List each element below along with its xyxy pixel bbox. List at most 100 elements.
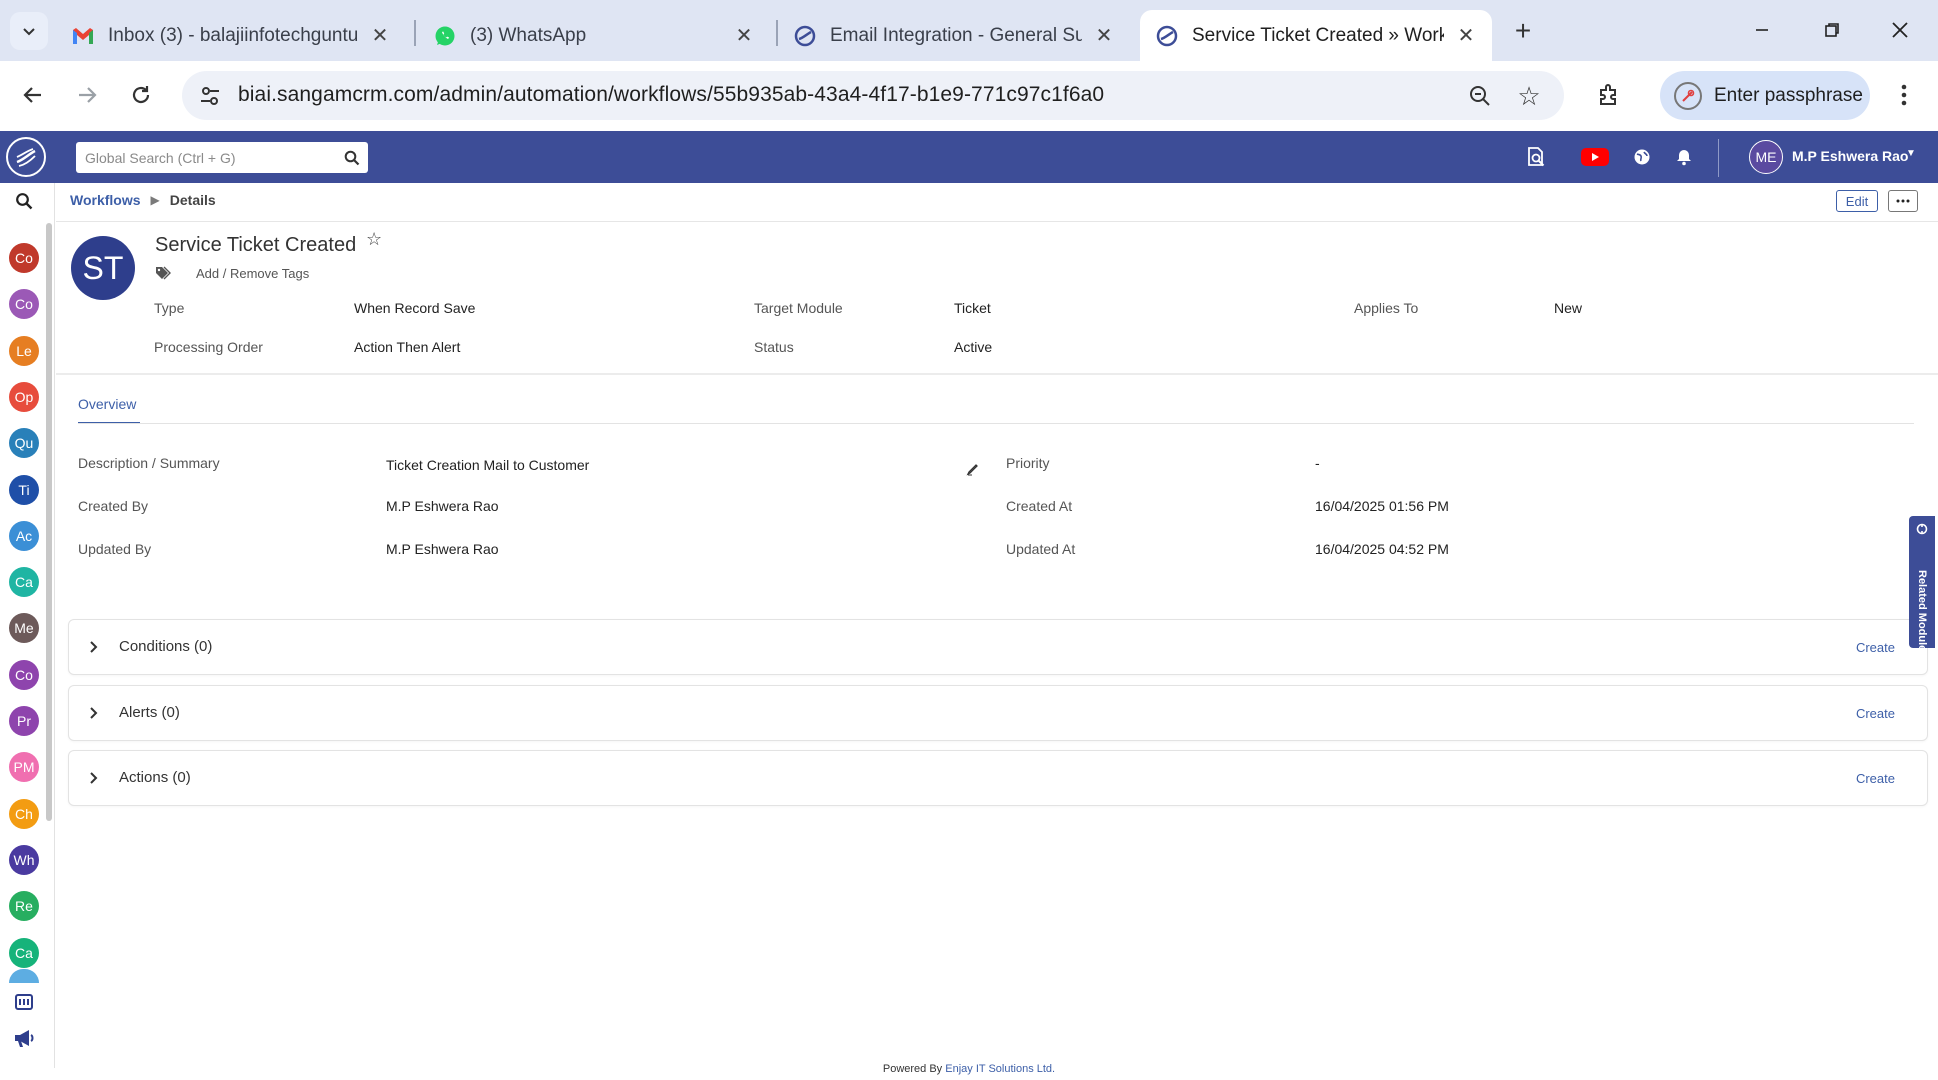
zoom-icon[interactable] — [1465, 81, 1495, 111]
edit-button[interactable]: Edit — [1836, 190, 1878, 212]
browser-tab-gmail[interactable]: Inbox (3) - balajiinfotechguntur ✕ — [56, 10, 406, 61]
global-search — [76, 142, 368, 173]
tab-search-button[interactable] — [10, 12, 48, 50]
field-label-description: Description / Summary — [78, 455, 220, 471]
breadcrumb-workflows-link[interactable]: Workflows — [70, 192, 141, 208]
form-icon[interactable] — [11, 989, 37, 1015]
module-item[interactable]: Ca — [9, 567, 39, 597]
related-modules-tab[interactable]: Related Modules — [1909, 516, 1935, 658]
module-item[interactable]: Ti — [9, 475, 39, 505]
footer-prefix: Powered By — [882, 1063, 943, 1075]
browser-tab-active-workflow[interactable]: Service Ticket Created » Workflo ✕ — [1140, 10, 1492, 61]
breadcrumb: Workflows ▶ Details — [70, 192, 216, 208]
pencil-icon[interactable] — [965, 461, 981, 477]
module-item[interactable]: Ch — [9, 799, 39, 829]
field-label-updated-at: Updated At — [1006, 541, 1076, 557]
related-modules-icon — [1915, 522, 1929, 536]
close-window-button[interactable] — [1880, 10, 1920, 50]
create-alert-link[interactable]: Create — [1856, 706, 1895, 721]
restore-icon — [1825, 23, 1839, 37]
enter-passphrase-button[interactable]: Enter passphrase — [1660, 71, 1870, 120]
module-item[interactable]: Co — [9, 243, 39, 273]
field-value-status: Active — [954, 339, 993, 355]
more-actions-button[interactable] — [1888, 190, 1918, 212]
chevron-right-icon[interactable] — [87, 640, 101, 654]
module-item[interactable]: Pr — [9, 706, 39, 736]
bell-icon[interactable] — [1672, 145, 1696, 169]
reload-button[interactable] — [120, 74, 162, 116]
browser-tab-email-integration[interactable]: Email Integration - General Sup ✕ — [778, 10, 1130, 61]
document-search-icon[interactable] — [1524, 145, 1548, 169]
minimize-button[interactable] — [1742, 10, 1782, 50]
close-icon[interactable]: ✕ — [1454, 24, 1478, 48]
record-avatar: ST — [71, 236, 135, 300]
app-logo[interactable] — [6, 137, 46, 177]
module-item[interactable]: Re — [9, 891, 39, 921]
back-button[interactable] — [12, 74, 54, 116]
field-value-description: Ticket Creation Mail to Customer — [386, 457, 590, 473]
close-icon[interactable]: ✕ — [368, 24, 392, 48]
browser-menu-button[interactable] — [1884, 75, 1924, 115]
browser-tab-whatsapp[interactable]: (3) WhatsApp ✕ — [418, 10, 770, 61]
extensions-button[interactable] — [1588, 74, 1630, 116]
alerts-panel[interactable]: Alerts (0) Create — [68, 685, 1928, 741]
module-item[interactable]: Op — [9, 382, 39, 412]
field-label-target-module: Target Module — [754, 300, 843, 316]
module-item[interactable]: Qu — [9, 428, 39, 458]
site-settings-icon[interactable] — [196, 82, 224, 110]
arrow-right-icon — [79, 87, 97, 103]
chevron-right-icon[interactable] — [87, 771, 101, 785]
module-item[interactable]: Ac — [9, 521, 39, 551]
close-icon[interactable]: ✕ — [732, 24, 756, 48]
field-label-status: Status — [754, 339, 794, 355]
search-icon[interactable] — [12, 189, 36, 213]
close-icon — [1892, 22, 1908, 38]
address-bar[interactable]: biai.sangamcrm.com/admin/automation/work… — [182, 71, 1564, 120]
user-name[interactable]: M.P Eshwera Rao — [1792, 148, 1908, 164]
field-label-created-at: Created At — [1006, 498, 1073, 514]
caret-down-icon[interactable]: ▼ — [1906, 148, 1916, 159]
sidebar-scrollbar[interactable] — [46, 223, 52, 821]
module-item[interactable]: Me — [9, 613, 39, 643]
favorite-star-icon[interactable]: ☆ — [366, 229, 382, 250]
megaphone-icon[interactable] — [11, 1025, 37, 1051]
field-value-processing-order: Action Then Alert — [354, 339, 461, 355]
module-item[interactable]: Ca — [9, 938, 39, 968]
actions-panel[interactable]: Actions (0) Create — [68, 750, 1928, 806]
bookmark-star-icon[interactable]: ☆ — [1514, 81, 1544, 111]
tab-overview[interactable]: Overview — [78, 396, 140, 424]
chevron-down-icon — [23, 28, 35, 36]
module-item[interactable]: Wh — [9, 845, 39, 875]
add-remove-tags-link[interactable]: Add / Remove Tags — [196, 266, 309, 281]
forward-button[interactable] — [66, 74, 108, 116]
globe-icon[interactable] — [1630, 145, 1654, 169]
footer-company-link[interactable]: Enjay IT Solutions Ltd. — [945, 1063, 1055, 1075]
youtube-icon[interactable] — [1580, 145, 1610, 169]
tabs-divider — [78, 423, 1914, 424]
restore-button[interactable] — [1812, 10, 1852, 50]
chevron-right-icon[interactable] — [87, 706, 101, 720]
search-icon[interactable] — [342, 148, 362, 168]
module-item[interactable]: Co — [9, 660, 39, 690]
tab-title: (3) WhatsApp — [470, 24, 587, 46]
arrow-left-icon — [23, 87, 41, 103]
panel-title: Alerts (0) — [119, 704, 180, 721]
reload-icon — [132, 86, 150, 104]
workflow-detail-view: Workflows ▶ Details Edit ST Service Tick… — [56, 183, 1938, 1068]
conditions-panel[interactable]: Conditions (0) Create — [68, 619, 1928, 675]
new-tab-button[interactable]: + — [1508, 15, 1538, 46]
puzzle-icon — [1600, 84, 1616, 105]
module-item[interactable]: Co — [9, 289, 39, 319]
passphrase-label: Enter passphrase — [1714, 84, 1863, 106]
related-modules-label: Related Modules — [1916, 570, 1928, 658]
module-item[interactable]: PM — [9, 752, 39, 782]
create-condition-link[interactable]: Create — [1856, 640, 1895, 655]
global-search-input[interactable] — [76, 142, 336, 173]
record-title: Service Ticket Created — [155, 234, 357, 256]
create-action-link[interactable]: Create — [1856, 771, 1895, 786]
close-icon[interactable]: ✕ — [1092, 24, 1116, 48]
module-item-partial[interactable] — [9, 969, 39, 983]
user-avatar[interactable]: ME — [1749, 140, 1783, 174]
divider — [56, 221, 1938, 222]
module-item[interactable]: Le — [9, 336, 39, 366]
